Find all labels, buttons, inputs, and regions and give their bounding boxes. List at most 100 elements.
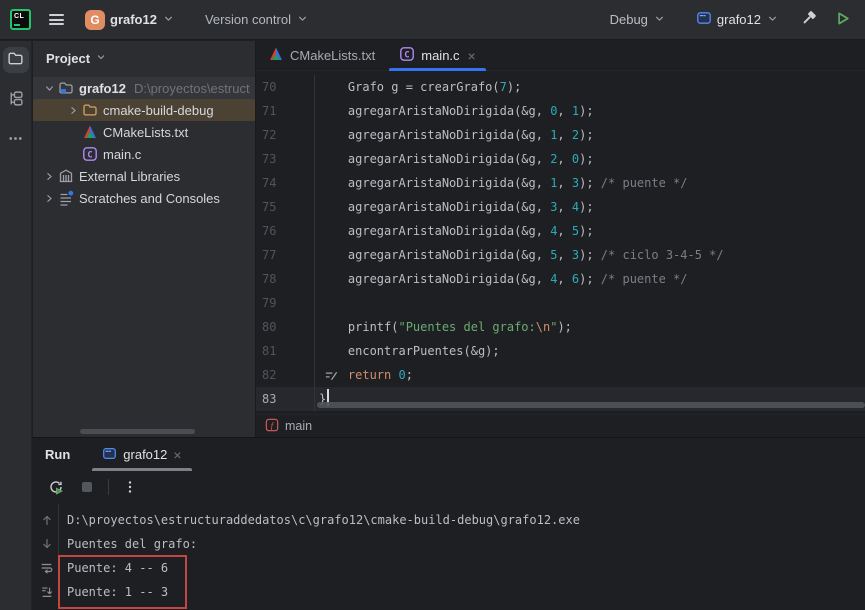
code-line[interactable]: 76 agregarAristaNoDirigida(&g, 4, 5); xyxy=(256,219,865,243)
code-line[interactable]: 79 xyxy=(256,291,865,315)
chevron-right-icon[interactable] xyxy=(41,192,57,205)
console-scroll-end-icon[interactable] xyxy=(36,580,58,604)
run-config-name: grafo12 xyxy=(717,12,761,27)
code-line[interactable]: 70 Grafo g = crearGrafo(7); xyxy=(256,75,865,99)
project-switcher[interactable]: G grafo12 xyxy=(85,10,175,30)
code-line[interactable]: 73 agregarAristaNoDirigida(&g, 2, 0); xyxy=(256,147,865,171)
fold-gutter xyxy=(302,267,314,291)
sidebar-item-cmake-build-debug[interactable]: cmake-build-debug xyxy=(33,99,255,121)
chevron-down-icon xyxy=(95,51,107,66)
line-number[interactable]: 74 xyxy=(256,171,302,195)
sidebar-item-external-libraries[interactable]: External Libraries xyxy=(33,165,255,187)
build-button[interactable] xyxy=(799,8,820,32)
stop-button[interactable] xyxy=(77,477,97,497)
project-horizontal-scrollbar[interactable] xyxy=(80,429,195,434)
console-line: D:\proyectos\estructuraddedatos\c\grafo1… xyxy=(67,508,861,532)
breadcrumb-item[interactable]: main xyxy=(285,419,312,433)
sidebar-item-main-c[interactable]: Cmain.c xyxy=(33,143,255,165)
tree-item-path: D:\proyectos\estruct xyxy=(134,81,250,96)
line-number[interactable]: 79 xyxy=(256,291,302,315)
code-text[interactable]: return 0; xyxy=(314,363,865,387)
line-number[interactable]: 77 xyxy=(256,243,302,267)
vcs-widget[interactable]: Version control xyxy=(205,12,309,28)
rerun-button[interactable] xyxy=(46,477,66,497)
run-tab-grafo12[interactable]: grafo12 × xyxy=(92,438,191,471)
line-number[interactable]: 70 xyxy=(256,75,302,99)
chevron-right-icon[interactable] xyxy=(65,104,81,117)
run-configuration-selector[interactable]: grafo12 xyxy=(696,10,779,29)
tab-cmakelists-txt[interactable]: CMakeLists.txt xyxy=(256,41,387,70)
console-arrow-up-icon[interactable] xyxy=(36,508,58,532)
console-arrow-down-icon[interactable] xyxy=(36,532,58,556)
code-text[interactable]: Grafo g = crearGrafo(7); xyxy=(314,75,865,99)
more-vertical-icon[interactable] xyxy=(120,477,140,497)
sidebar-item-scratches-and-consoles[interactable]: Scratches and Consoles xyxy=(33,187,255,209)
editor-area: CMakeLists.txtCmain.c× 70 Grafo g = crea… xyxy=(255,41,865,437)
fold-gutter xyxy=(302,171,314,195)
run-console[interactable]: D:\proyectos\estructuraddedatos\c\grafo1… xyxy=(32,502,865,610)
line-number[interactable]: 80 xyxy=(256,315,302,339)
run-play-icon xyxy=(834,10,851,30)
line-number[interactable]: 82 xyxy=(256,363,302,387)
application-icon xyxy=(102,446,117,464)
code-text[interactable]: agregarAristaNoDirigida(&g, 3, 4); xyxy=(314,195,865,219)
sidebar-item-grafo12[interactable]: grafo12D:\proyectos\estruct xyxy=(33,77,255,99)
fold-gutter xyxy=(302,123,314,147)
run-button[interactable] xyxy=(832,8,853,32)
line-number[interactable]: 75 xyxy=(256,195,302,219)
line-number[interactable]: 83 xyxy=(256,387,302,411)
main-menu-icon[interactable] xyxy=(45,8,68,32)
line-number[interactable]: 81 xyxy=(256,339,302,363)
line-number[interactable]: 73 xyxy=(256,147,302,171)
line-number[interactable]: 72 xyxy=(256,123,302,147)
code-line[interactable]: 71 agregarAristaNoDirigida(&g, 0, 1); xyxy=(256,99,865,123)
code-text[interactable]: agregarAristaNoDirigida(&g, 2, 0); xyxy=(314,147,865,171)
toolstrip-structure-button[interactable] xyxy=(3,87,29,113)
debug-mode-selector[interactable]: Debug xyxy=(610,12,666,28)
line-number[interactable]: 76 xyxy=(256,219,302,243)
more-options-icon xyxy=(7,130,24,150)
code-text[interactable]: agregarAristaNoDirigida(&g, 0, 1); xyxy=(314,99,865,123)
close-icon[interactable]: × xyxy=(173,447,181,463)
chevron-down-icon[interactable] xyxy=(41,82,57,95)
code-line[interactable]: 74 agregarAristaNoDirigida(&g, 1, 3); /*… xyxy=(256,171,865,195)
code-editor[interactable]: 70 Grafo g = crearGrafo(7);71 agregarAri… xyxy=(256,71,865,414)
toolstrip-project-button[interactable] xyxy=(3,47,29,73)
code-line[interactable]: 77 agregarAristaNoDirigida(&g, 5, 3); /*… xyxy=(256,243,865,267)
close-icon[interactable]: × xyxy=(468,48,476,64)
c-file-icon: C xyxy=(81,146,99,162)
line-number[interactable]: 71 xyxy=(256,99,302,123)
code-text[interactable] xyxy=(314,291,865,315)
project-panel-header[interactable]: Project xyxy=(33,41,255,72)
toolbar-separator xyxy=(108,479,109,495)
code-text[interactable]: agregarAristaNoDirigida(&g, 5, 3); /* ci… xyxy=(314,243,865,267)
editor-horizontal-scrollbar[interactable] xyxy=(317,402,865,408)
chevron-right-icon[interactable] xyxy=(41,170,57,183)
code-line[interactable]: 81 encontrarPuentes(&g); xyxy=(256,339,865,363)
line-number[interactable]: 78 xyxy=(256,267,302,291)
cmake-icon xyxy=(81,124,99,140)
code-text[interactable]: agregarAristaNoDirigida(&g, 4, 5); xyxy=(314,219,865,243)
console-line: Puente: 4 -- 6 xyxy=(67,556,861,580)
tab-main-c[interactable]: Cmain.c× xyxy=(387,41,487,70)
code-text[interactable]: agregarAristaNoDirigida(&g, 1, 3); /* pu… xyxy=(314,171,865,195)
toolstrip-more-button[interactable] xyxy=(3,127,29,153)
breadcrumb[interactable]: f main xyxy=(256,414,865,437)
code-line[interactable]: 78 agregarAristaNoDirigida(&g, 4, 6); /*… xyxy=(256,267,865,291)
left-tool-strip xyxy=(0,41,32,610)
run-panel-title: Run xyxy=(45,447,70,462)
vcs-label: Version control xyxy=(205,12,291,27)
fold-gutter xyxy=(302,147,314,171)
code-text[interactable]: agregarAristaNoDirigida(&g, 4, 6); /* pu… xyxy=(314,267,865,291)
code-line[interactable]: 72 agregarAristaNoDirigida(&g, 1, 2); xyxy=(256,123,865,147)
code-line[interactable]: 82 return 0; xyxy=(256,363,865,387)
code-text[interactable]: printf("Puentes del grafo:\n"); xyxy=(314,315,865,339)
code-line[interactable]: 75 agregarAristaNoDirigida(&g, 3, 4); xyxy=(256,195,865,219)
code-text[interactable]: agregarAristaNoDirigida(&g, 1, 2); xyxy=(314,123,865,147)
run-toolbar xyxy=(32,471,865,502)
sidebar-item-cmakelists-txt[interactable]: CMakeLists.txt xyxy=(33,121,255,143)
code-text[interactable]: encontrarPuentes(&g); xyxy=(314,339,865,363)
build-hammer-icon xyxy=(801,10,818,30)
code-line[interactable]: 80 printf("Puentes del grafo:\n"); xyxy=(256,315,865,339)
console-soft-wrap-icon[interactable] xyxy=(36,556,58,580)
